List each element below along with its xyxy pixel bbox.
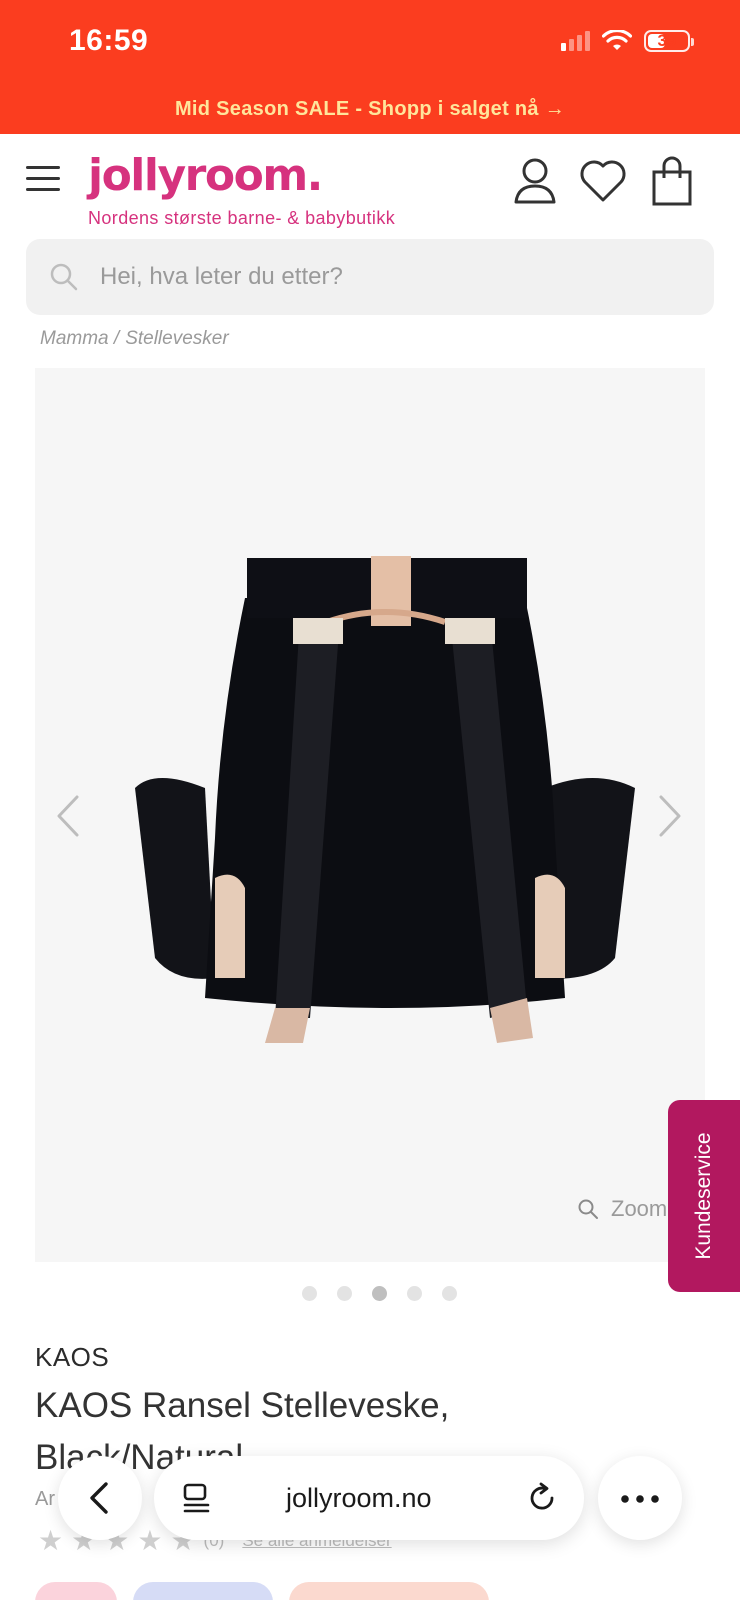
customer-service-tab[interactable]: Kundeservice xyxy=(668,1100,740,1292)
tabs-icon[interactable] xyxy=(182,1482,212,1514)
carousel-dot[interactable] xyxy=(302,1286,317,1301)
carousel-dots xyxy=(302,1286,457,1301)
carousel-dot[interactable] xyxy=(442,1286,457,1301)
browser-toolbar: jollyroom.no xyxy=(0,1456,740,1546)
more-options-button[interactable] xyxy=(598,1456,682,1540)
search-icon xyxy=(50,263,78,291)
next-image-arrow[interactable] xyxy=(655,793,685,839)
wifi-icon xyxy=(602,30,632,50)
tag-badge xyxy=(35,1582,117,1600)
tag-badge xyxy=(133,1582,273,1600)
product-tags xyxy=(35,1582,489,1600)
signal-icon xyxy=(561,31,590,51)
product-brand[interactable]: KAOS xyxy=(35,1342,109,1373)
carousel-dot[interactable] xyxy=(337,1286,352,1301)
product-gallery[interactable]: Zoom xyxy=(35,368,705,1262)
promo-banner[interactable]: Mid Season SALE - Shopp i salget nå → xyxy=(0,84,740,134)
site-header: jollyroom. Nordens største barne- & baby… xyxy=(0,134,740,234)
menu-button[interactable] xyxy=(26,164,62,194)
address-url[interactable]: jollyroom.no xyxy=(286,1456,432,1540)
zoom-label: Zoom xyxy=(611,1196,668,1221)
more-icon xyxy=(621,1495,659,1503)
carousel-dot-active[interactable] xyxy=(372,1286,387,1301)
browser-back-button[interactable] xyxy=(58,1456,142,1540)
product-image xyxy=(135,556,635,1043)
breadcrumb: Mamma / Stellevesker xyxy=(40,328,229,350)
user-icon[interactable] xyxy=(512,156,558,206)
battery-level: 39 xyxy=(657,31,677,50)
search-bar xyxy=(26,239,714,315)
heart-icon[interactable] xyxy=(578,156,628,206)
reload-icon[interactable] xyxy=(526,1482,558,1514)
previous-image-arrow[interactable] xyxy=(53,793,83,839)
breadcrumb-item-mamma[interactable]: Mamma / xyxy=(40,328,119,350)
address-bar[interactable]: jollyroom.no xyxy=(154,1456,584,1540)
battery-icon: 39 xyxy=(644,30,694,52)
status-icons: 39 xyxy=(561,28,694,54)
zoom-icon xyxy=(578,1199,598,1219)
customer-service-label: Kundeservice xyxy=(692,1132,715,1260)
status-bar: 16:59 39 xyxy=(0,0,740,84)
breadcrumb-item-stellevesker[interactable]: Stellevesker xyxy=(125,328,229,350)
logo[interactable]: jollyroom. xyxy=(88,150,323,201)
search-input[interactable] xyxy=(100,239,690,315)
bag-icon[interactable] xyxy=(650,156,694,206)
carousel-dot[interactable] xyxy=(407,1286,422,1301)
promo-text: Mid Season SALE - Shopp i salget nå → xyxy=(174,97,566,120)
chevron-left-icon xyxy=(90,1482,108,1514)
tagline: Nordens største barne- & babybutikk xyxy=(88,208,396,228)
zoom-button[interactable]: Zoom xyxy=(577,1196,667,1222)
tag-badge xyxy=(289,1582,489,1600)
status-time: 16:59 xyxy=(69,24,149,57)
